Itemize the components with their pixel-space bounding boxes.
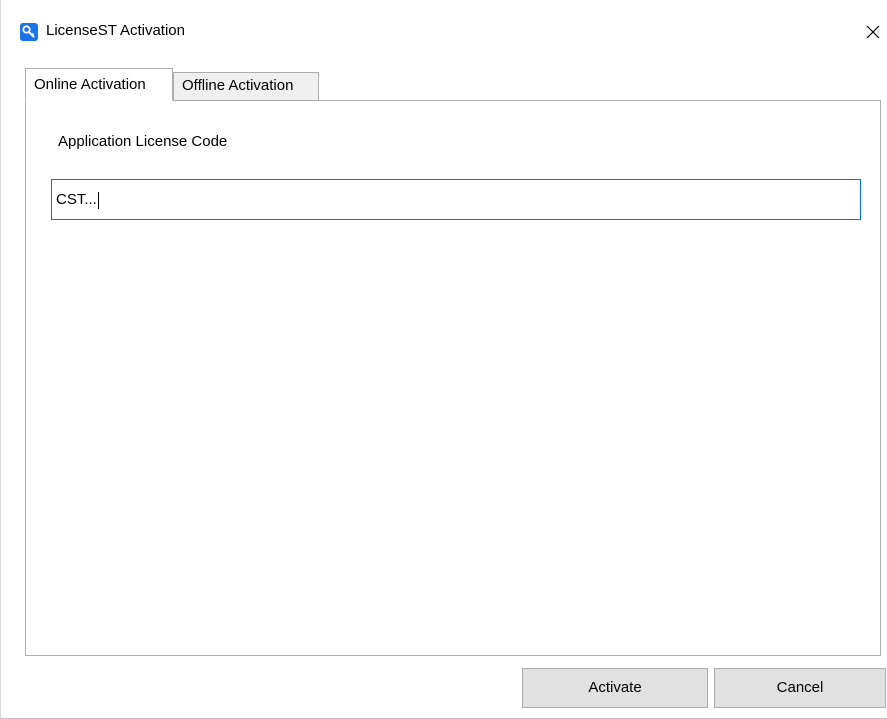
tab-offline-activation[interactable]: Offline Activation bbox=[173, 72, 319, 100]
tab-online-activation[interactable]: Online Activation bbox=[25, 68, 173, 101]
window-title: LicenseST Activation bbox=[46, 22, 185, 39]
text-caret bbox=[97, 191, 99, 209]
title-bar: LicenseST Activation bbox=[1, 0, 887, 64]
activate-button[interactable]: Activate bbox=[522, 668, 708, 708]
cancel-button[interactable]: Cancel bbox=[714, 668, 886, 708]
key-icon bbox=[20, 23, 38, 41]
online-activation-panel: Application License Code CST... bbox=[25, 100, 881, 656]
license-code-input[interactable]: CST... bbox=[51, 179, 861, 220]
close-button[interactable] bbox=[859, 18, 887, 46]
activation-dialog: LicenseST Activation Online Activation O… bbox=[0, 0, 887, 719]
license-code-value: CST... bbox=[56, 191, 97, 208]
license-code-label: Application License Code bbox=[58, 133, 228, 150]
